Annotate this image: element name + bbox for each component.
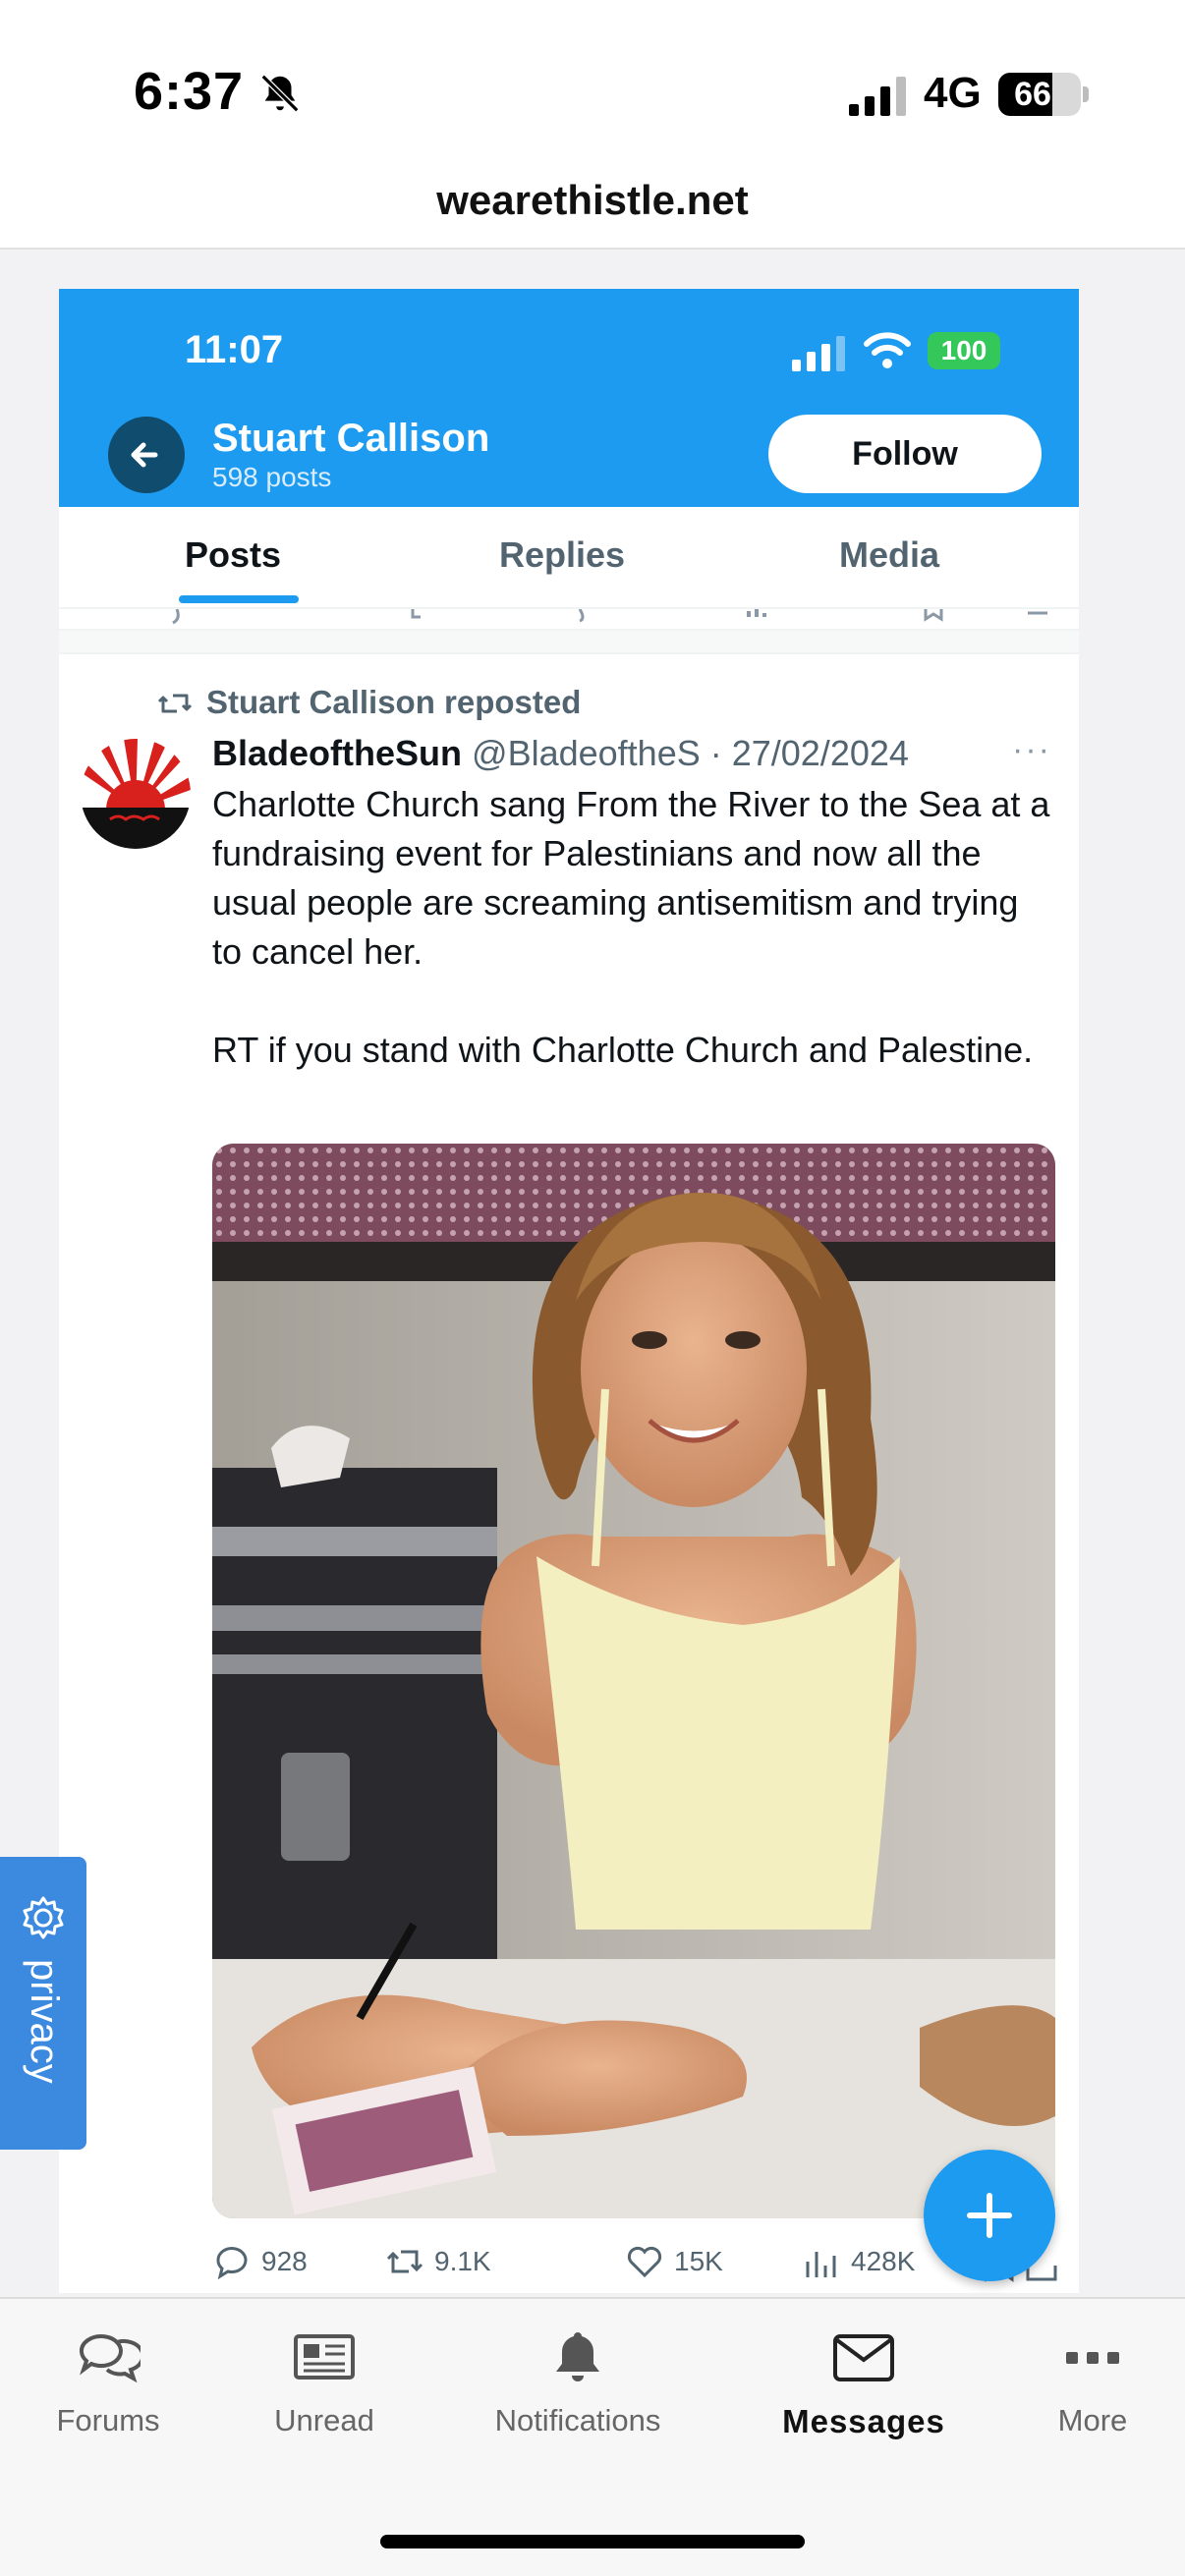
nav-unread[interactable]: Unread [261, 2328, 387, 2446]
profile-header: 11:07 100 Stuart Callison 598 posts Foll… [59, 289, 1079, 507]
feed-divider [59, 629, 1079, 654]
screen: 6:37 4G 66 wearethistle.net 11:07 100 St… [0, 0, 1185, 2576]
plus-icon [967, 2193, 1012, 2238]
embedded-screenshot: 11:07 100 Stuart Callison 598 posts Foll… [59, 289, 1079, 2293]
like-count: 15K [674, 2246, 723, 2276]
embedded-wifi-icon [864, 332, 911, 368]
forums-icon [79, 2333, 141, 2383]
tweet-photo[interactable] [212, 1144, 1055, 2218]
battery-icon: 66 [998, 73, 1081, 116]
reply-count: 928 [261, 2246, 308, 2276]
battery-percent: 66 [1014, 76, 1051, 113]
tweet-author-name[interactable]: BladeoftheSun [212, 733, 462, 773]
reply-icon [216, 2247, 248, 2280]
ellipsis-icon [1066, 2352, 1119, 2364]
network-type: 4G [924, 69, 982, 117]
nav-more-label: More [1057, 2403, 1128, 2437]
repost-label: Stuart Callison reposted [206, 684, 582, 720]
nav-messages-label: Messages [782, 2403, 945, 2439]
profile-tabs: Posts Replies Media [59, 507, 1079, 609]
tweet-text-paragraph: RT if you stand with Charlotte Church an… [212, 1030, 1034, 1070]
nav-notifications[interactable]: Notifications [481, 2328, 674, 2446]
author-avatar[interactable] [81, 739, 191, 849]
cellular-signal-icon [849, 77, 906, 116]
status-time: 6:37 [134, 62, 245, 121]
profile-post-count: 598 posts [212, 462, 332, 492]
clipped-action-row [59, 609, 1079, 629]
rising-sun-logo [81, 739, 191, 849]
embedded-battery: 100 [928, 332, 1000, 369]
nav-unread-label: Unread [274, 2403, 374, 2437]
compose-button[interactable] [924, 2150, 1055, 2281]
tweet-text-paragraph: Charlotte Church sang From the River to … [212, 784, 1050, 972]
nav-notifications-label: Notifications [494, 2403, 661, 2437]
gear-icon [23, 1896, 64, 1939]
tab-replies[interactable]: Replies [499, 534, 625, 576]
heart-icon [627, 2246, 662, 2278]
privacy-settings-tab[interactable]: privacy [0, 1857, 86, 2150]
view-count: 428K [851, 2246, 916, 2276]
bell-icon [556, 2332, 599, 2381]
privacy-label: privacy [23, 1959, 66, 2084]
follow-button[interactable]: Follow [768, 415, 1042, 493]
repost-icon [157, 694, 193, 713]
back-button[interactable] [108, 417, 185, 493]
embedded-status-time: 11:07 [185, 328, 284, 371]
newspaper-icon [294, 2334, 355, 2380]
more-options-icon[interactable]: ··· [1012, 731, 1051, 769]
nav-messages[interactable]: Messages [772, 2328, 955, 2446]
bar-chart-icon [806, 2252, 836, 2277]
nav-forums[interactable]: Forums [45, 2328, 171, 2446]
photo-woman-signing [212, 1144, 1055, 2218]
tweet-header: BladeoftheSun @BladeoftheS · 27/02/2024 [212, 733, 909, 774]
battery-cap [1083, 86, 1089, 102]
home-indicator[interactable] [380, 2535, 805, 2548]
profile-name: Stuart Callison [212, 417, 490, 460]
repost-count: 9.1K [434, 2246, 491, 2276]
tweet-text: Charlotte Church sang From the River to … [212, 780, 1057, 1075]
tab-media[interactable]: Media [839, 534, 939, 576]
status-bar: 6:37 4G 66 [0, 0, 1185, 157]
browser-address-bar[interactable]: wearethistle.net [0, 157, 1185, 250]
tab-posts[interactable]: Posts [185, 534, 281, 576]
repost-icon [386, 2250, 423, 2273]
bell-off-icon [260, 74, 300, 113]
url-text: wearethistle.net [436, 177, 749, 223]
arrow-left-icon [131, 442, 158, 468]
envelope-icon [833, 2334, 894, 2381]
nav-forums-label: Forums [56, 2403, 160, 2437]
tweet-handle-date: @BladeoftheS · 27/02/2024 [472, 733, 909, 773]
embedded-signal-icon [792, 336, 845, 371]
nav-more[interactable]: More [1042, 2328, 1144, 2446]
active-tab-indicator [179, 595, 299, 603]
